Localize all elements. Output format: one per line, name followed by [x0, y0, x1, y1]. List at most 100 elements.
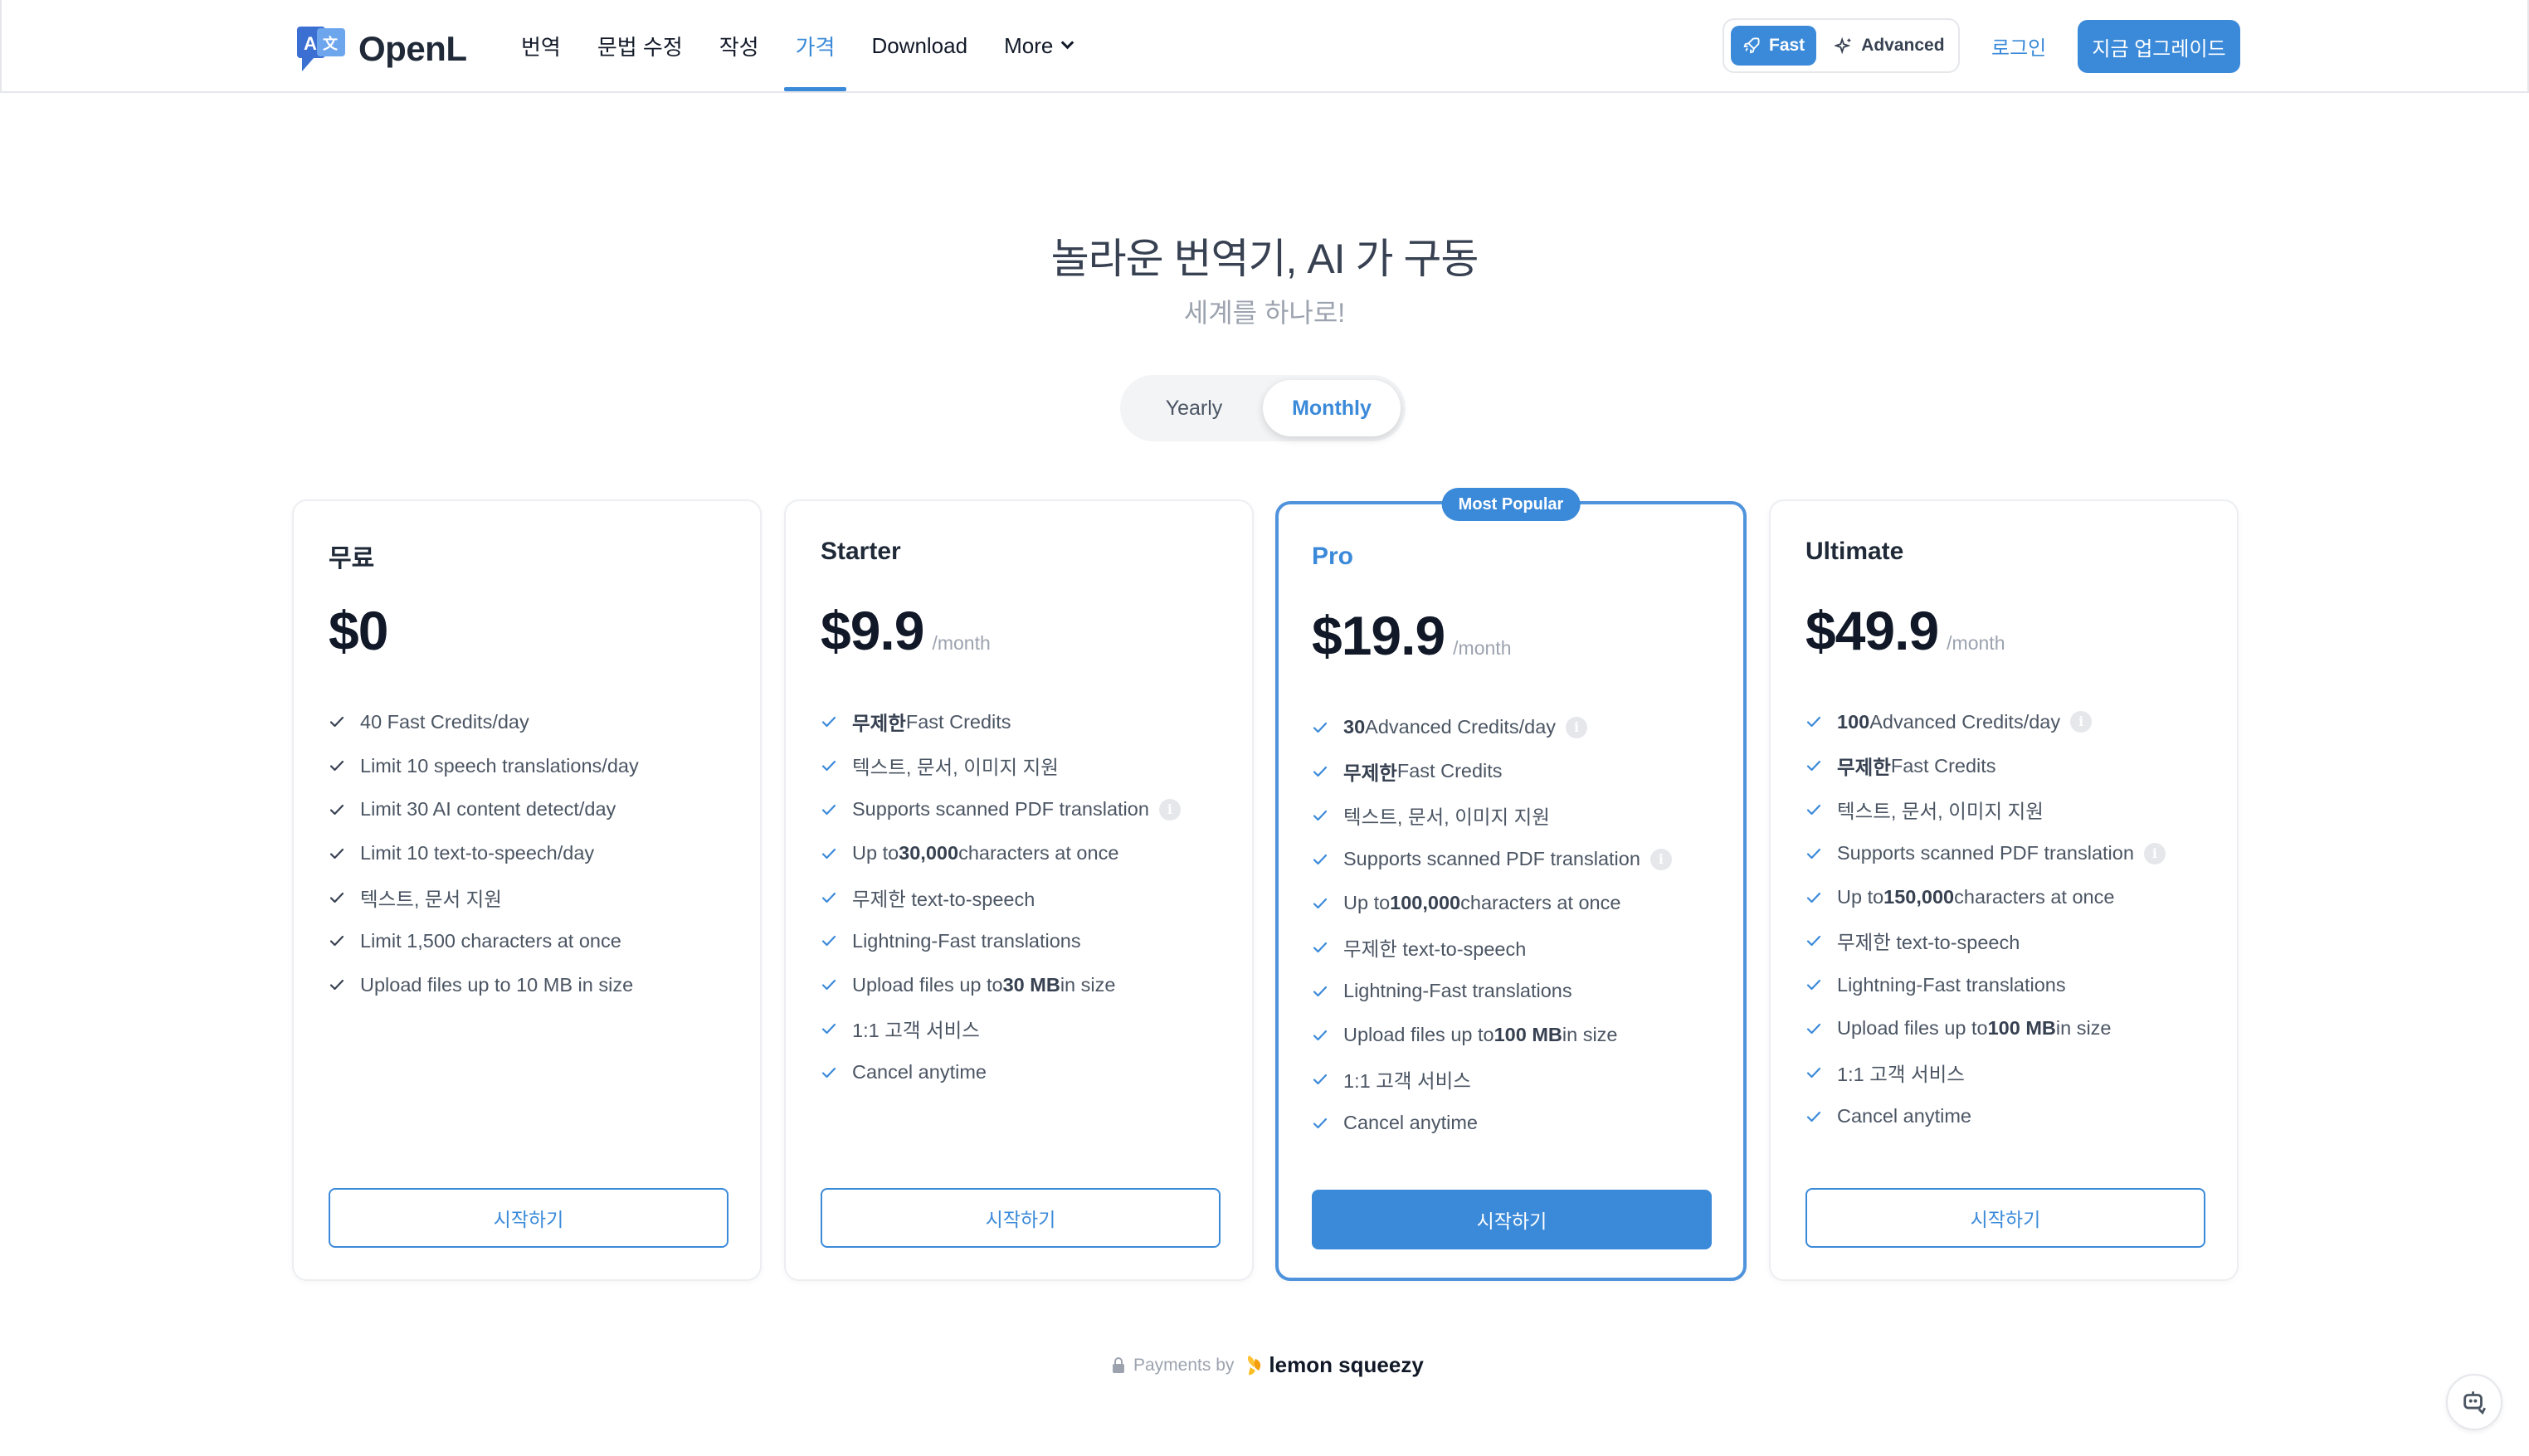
feature-item: Limit 10 speech translations/day [329, 744, 639, 788]
assistant-float-button[interactable] [2446, 1374, 2502, 1430]
info-icon[interactable]: i [2143, 842, 2166, 864]
feature-item: 1:1 고객 서비스 [1805, 1050, 2166, 1094]
feature-text: Up to [1343, 892, 1391, 913]
feature-text: 텍스트, 문서, 이미지 지원 [852, 757, 1059, 779]
nav-item-download[interactable]: Download [871, 0, 967, 91]
check-icon [821, 936, 836, 947]
check-icon [1806, 980, 1821, 991]
plan-period: /month [1947, 632, 2005, 654]
feature-text: in size [1060, 973, 1116, 996]
check-icon [1313, 898, 1328, 908]
check-icon [1313, 810, 1328, 821]
assistant-icon [2463, 1391, 2487, 1415]
lemon-squeezy-logo[interactable]: lemon squeezy [1245, 1352, 1424, 1378]
plan-period: /month [1453, 637, 1512, 659]
feature-text: 무제한 text-to-speech [852, 888, 1035, 910]
login-link[interactable]: 로그인 [1991, 32, 2046, 61]
feature-highlight: 무제한 [1837, 757, 1891, 779]
info-icon[interactable]: i [2070, 711, 2093, 733]
check-icon [821, 804, 836, 816]
nav-more-label: More [1004, 32, 1054, 58]
feature-text: Lightning-Fast translations [1343, 980, 1572, 1001]
mode-fast-label: Fast [1769, 36, 1805, 55]
mode-advanced-label: Advanced [1861, 36, 1945, 55]
feature-text: Lightning-Fast translations [1837, 973, 2066, 996]
feature-highlight: 무제한 [1343, 762, 1397, 784]
feature-text: characters at once [1460, 892, 1621, 913]
feature-text: Supports scanned PDF translation [1343, 848, 1640, 869]
check-icon [821, 761, 836, 772]
plan-price: $0 [329, 600, 388, 661]
check-icon [1806, 892, 1821, 903]
feature-text: Limit 10 text-to-speech/day [360, 842, 595, 864]
feature-item: 무제한 Fast Credits [1805, 744, 2166, 788]
check-icon [1806, 936, 1821, 947]
feature-item: Supports scanned PDF translation i [1805, 831, 2166, 875]
billing-monthly-option[interactable]: Monthly [1263, 380, 1401, 436]
feature-text: Fast Credits [1890, 754, 1996, 777]
check-icon [1806, 804, 1821, 816]
info-icon[interactable]: i [1158, 798, 1181, 821]
feature-item: 텍스트, 문서, 이미지 지원 [1312, 793, 1672, 837]
feature-item: 무제한 text-to-speech [1805, 919, 2166, 963]
nav-item-translate[interactable]: 번역 [521, 0, 561, 91]
feature-item: Up to 150,000 characters at once [1805, 875, 2166, 919]
page-title: 놀라운 번역기, AI 가 구동 [1050, 236, 1479, 282]
feature-text: Fast Credits [1396, 760, 1503, 782]
feature-text: Cancel anytime [1837, 1105, 1971, 1127]
most-popular-badge: Most Popular [1441, 488, 1581, 521]
feature-item: Limit 30 AI content detect/day [329, 788, 639, 832]
feature-item: Supports scanned PDF translation i [1312, 837, 1672, 881]
top-header: A 文 OpenL 번역 문법 수정 작성 가격 Download More F… [0, 0, 2529, 93]
upgrade-button[interactable]: 지금 업그레이드 [2078, 20, 2240, 73]
start-button[interactable]: 시작하기 [1805, 1188, 2205, 1248]
feature-item: Cancel anytime [1312, 1101, 1672, 1145]
info-icon[interactable]: i [1566, 716, 1588, 738]
check-icon [1806, 1067, 1821, 1078]
mode-fast-button[interactable]: Fast [1731, 26, 1817, 66]
plan-price: $49.9 [1805, 600, 1939, 661]
feature-text: Upload files up to [1837, 1017, 1988, 1040]
check-icon [821, 892, 836, 903]
info-icon[interactable]: i [1649, 848, 1672, 870]
feature-item: Upload files up to 100 MB in size [1805, 1007, 2166, 1051]
check-icon [1806, 1023, 1821, 1035]
feature-item: Lightning-Fast translations [821, 919, 1181, 963]
feature-text: Upload files up to [1343, 1024, 1494, 1045]
feature-text: 1:1 고객 서비스 [852, 1019, 980, 1041]
feature-text: Advanced Credits/day [1869, 710, 2061, 733]
nav-item-grammar[interactable]: 문법 수정 [597, 0, 683, 91]
feature-item: 무제한 Fast Credits [821, 700, 1181, 744]
check-icon [329, 892, 344, 903]
check-icon [1313, 1118, 1328, 1128]
feature-highlight: 150,000 [1883, 886, 1955, 908]
feature-item: 100 Advanced Credits/day i [1805, 700, 2166, 744]
billing-period-toggle: Yearly Monthly [1120, 375, 1406, 441]
plan-card-free: 무료 $0 40 Fast Credits/day Limit 10 speech… [292, 499, 762, 1281]
feature-item: Cancel anytime [1805, 1094, 2166, 1138]
feature-highlight: 30 MB [1002, 973, 1060, 996]
feature-list: 100 Advanced Credits/day i 무제한 Fast Credit… [1805, 700, 2166, 1138]
start-button[interactable]: 시작하기 [821, 1188, 1221, 1248]
check-icon [1806, 717, 1821, 728]
main-nav: 번역 문법 수정 작성 가격 Download More [521, 0, 1074, 91]
feature-item: Supports scanned PDF translation i [821, 788, 1181, 832]
feature-list: 30 Advanced Credits/day i 무제한 Fast Credits… [1312, 705, 1672, 1145]
nav-item-writing[interactable]: 작성 [719, 0, 759, 91]
feature-text: 텍스트, 문서 지원 [360, 888, 502, 910]
nav-item-pricing[interactable]: 가격 [783, 0, 847, 91]
plan-price: $19.9 [1312, 605, 1445, 666]
check-icon [329, 717, 344, 728]
start-button[interactable]: 시작하기 [1312, 1190, 1712, 1249]
feature-item: 무제한 Fast Credits [1312, 749, 1672, 793]
feature-highlight: 30 [1343, 716, 1366, 738]
check-icon [1313, 942, 1328, 952]
rocket-icon [1743, 37, 1760, 54]
nav-item-more[interactable]: More [1004, 0, 1074, 91]
check-icon [1806, 1111, 1821, 1122]
mode-advanced-button[interactable]: Advanced [1823, 26, 1956, 66]
billing-yearly-option[interactable]: Yearly [1125, 380, 1263, 436]
start-button[interactable]: 시작하기 [329, 1188, 728, 1248]
feature-text: characters at once [958, 842, 1119, 864]
logo[interactable]: A 文 OpenL [295, 25, 467, 73]
